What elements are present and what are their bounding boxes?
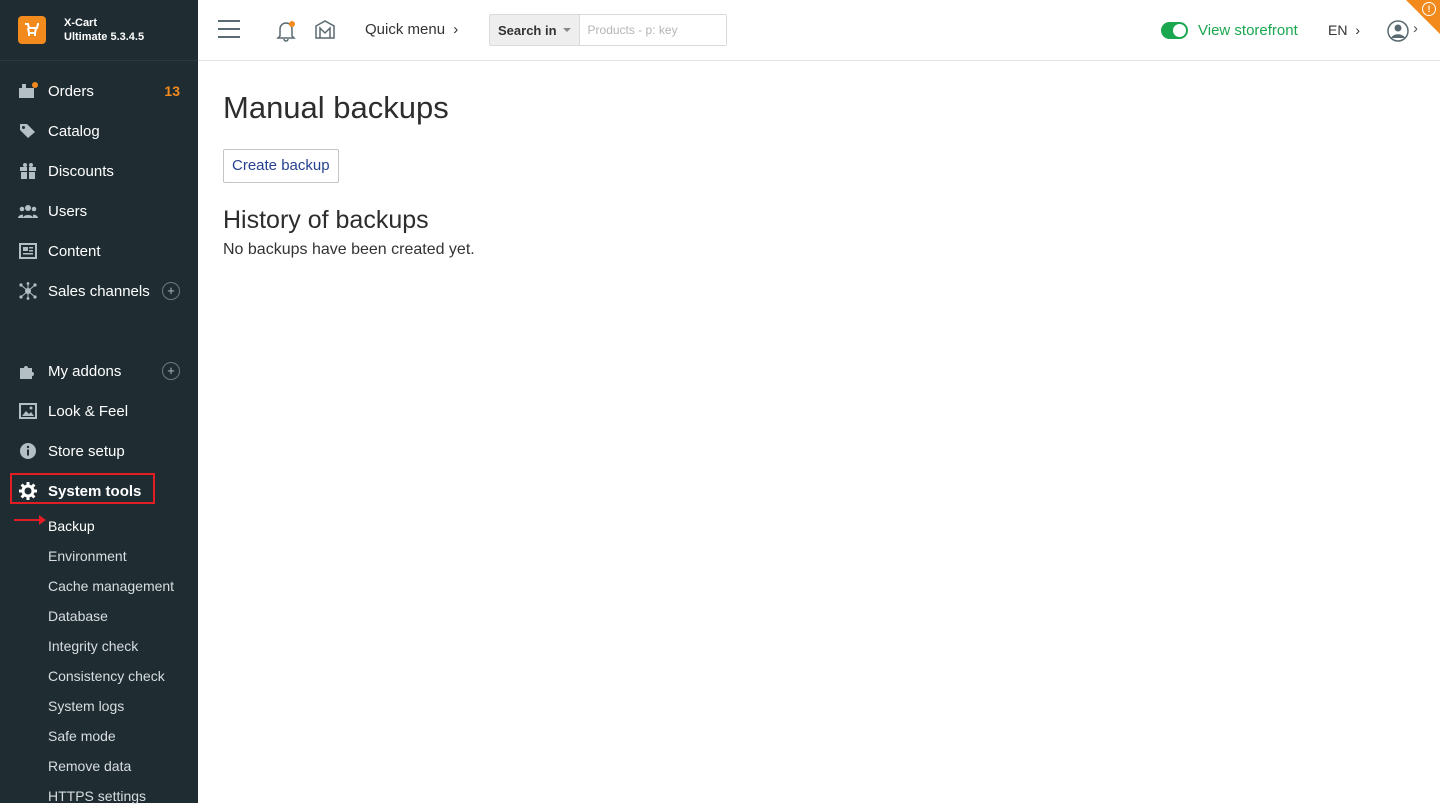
newspaper-icon	[18, 241, 38, 261]
tag-icon	[18, 121, 38, 141]
search-box: Search in	[489, 14, 727, 46]
info-icon	[18, 441, 38, 461]
sidebar-item-label: Users	[48, 202, 88, 220]
system-tools-highlight-box	[10, 473, 155, 504]
sidebar-item-label: Catalog	[48, 122, 100, 140]
brand-text: X-Cart Ultimate 5.3.4.5	[64, 16, 144, 44]
brand-name: X-Cart	[64, 17, 98, 29]
chevron-down-icon	[562, 28, 571, 32]
sidebar-item-content[interactable]: Content	[0, 231, 198, 271]
orders-count-badge: 13	[164, 83, 180, 99]
gift-icon	[18, 161, 38, 181]
submenu-item-integrity-check[interactable]: Integrity check	[0, 631, 198, 661]
main-content: Manual backups Create backup History of …	[223, 90, 1420, 259]
submenu-item-safe-mode[interactable]: Safe mode	[0, 721, 198, 751]
submenu-item-cache-management[interactable]: Cache management	[0, 571, 198, 601]
bell-notification-icon[interactable]	[276, 20, 296, 42]
sidebar-item-store-setup[interactable]: Store setup	[0, 431, 198, 471]
sidebar: X-Cart Ultimate 5.3.4.5 Orders 13 Catalo…	[0, 0, 198, 804]
view-storefront-link[interactable]: View storefront	[1198, 22, 1298, 39]
quick-menu-button[interactable]: Quick menu ›	[365, 21, 458, 38]
sidebar-item-users[interactable]: Users	[0, 191, 198, 231]
language-selector[interactable]: EN ›	[1328, 22, 1360, 38]
submenu-item-database[interactable]: Database	[0, 601, 198, 631]
page-title: Manual backups	[223, 90, 449, 125]
main-nav: Orders 13 Catalog Discounts Users Conten…	[0, 71, 198, 311]
image-icon	[18, 401, 38, 421]
hamburger-menu-icon[interactable]	[218, 20, 240, 38]
sidebar-item-label: Look & Feel	[48, 402, 129, 420]
marketplace-icon[interactable]	[314, 19, 336, 41]
top-bar: Quick menu › Search in View storefront E…	[198, 0, 1440, 61]
sidebar-item-label: My addons	[48, 362, 122, 380]
users-icon	[18, 201, 38, 221]
add-sales-channel-button[interactable]: +	[162, 282, 180, 300]
submenu-item-remove-data[interactable]: Remove data	[0, 751, 198, 781]
language-label: EN	[1328, 22, 1348, 38]
puzzle-icon	[18, 361, 38, 381]
sidebar-item-label: Orders	[48, 82, 94, 100]
submenu-item-consistency-check[interactable]: Consistency check	[0, 661, 198, 691]
alert-icon: !	[1422, 2, 1436, 16]
chevron-right-icon: ›	[1355, 22, 1361, 38]
submenu-item-system-logs[interactable]: System logs	[0, 691, 198, 721]
search-scope-select[interactable]: Search in	[490, 15, 580, 45]
empty-history-message: No backups have been created yet.	[223, 241, 475, 258]
search-input[interactable]	[579, 15, 726, 45]
brand-edition: Ultimate 5.3.4.5	[64, 31, 145, 43]
quick-menu-label: Quick menu	[365, 21, 446, 38]
search-scope-label: Search in	[498, 22, 557, 38]
brand[interactable]: X-Cart Ultimate 5.3.4.5	[0, 0, 198, 61]
backup-pointer-arrow	[14, 515, 46, 525]
xcart-logo-icon	[18, 16, 46, 44]
create-backup-button[interactable]: Create backup	[223, 149, 339, 183]
sidebar-item-discounts[interactable]: Discounts	[0, 151, 198, 191]
orders-icon	[18, 81, 38, 101]
sidebar-item-label: Sales channels	[48, 282, 150, 300]
sidebar-item-orders[interactable]: Orders 13	[0, 71, 198, 111]
sidebar-item-label: Content	[48, 242, 101, 260]
submenu-item-https-settings[interactable]: HTTPS settings	[0, 781, 198, 811]
chevron-right-icon: ›	[453, 21, 459, 38]
storefront-toggle[interactable]	[1161, 22, 1188, 39]
sidebar-item-look-and-feel[interactable]: Look & Feel	[0, 391, 198, 431]
system-tools-submenu: Backup Environment Cache management Data…	[0, 511, 198, 811]
add-addon-button[interactable]: +	[162, 362, 180, 380]
submenu-item-backup[interactable]: Backup	[0, 511, 198, 541]
sidebar-item-my-addons[interactable]: My addons +	[0, 351, 198, 391]
sidebar-item-sales-channels[interactable]: Sales channels +	[0, 271, 198, 311]
sidebar-item-label: Discounts	[48, 162, 114, 180]
submenu-item-environment[interactable]: Environment	[0, 541, 198, 571]
sidebar-item-label: Store setup	[48, 442, 125, 460]
sidebar-item-catalog[interactable]: Catalog	[0, 111, 198, 151]
history-title: History of backups	[223, 206, 429, 234]
network-icon	[18, 281, 38, 301]
